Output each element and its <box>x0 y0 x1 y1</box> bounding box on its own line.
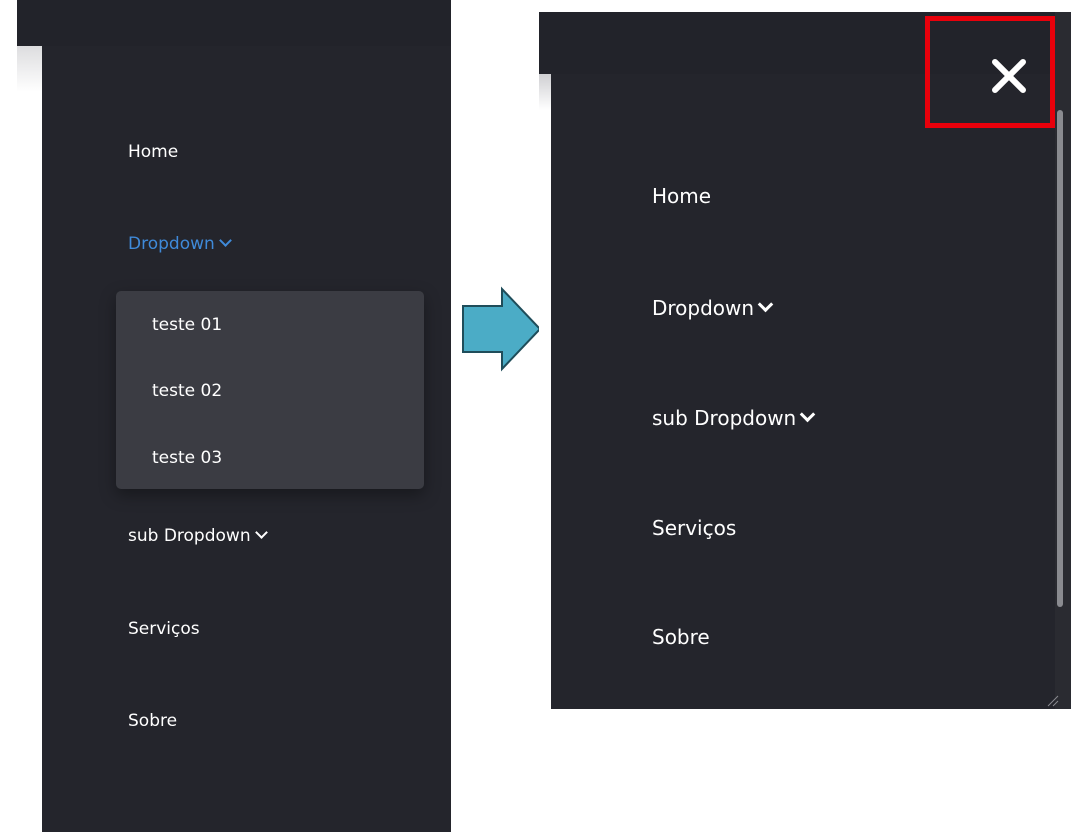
chevron-down-icon <box>254 526 268 539</box>
left-menu-sobre[interactable]: Sobre <box>128 711 177 731</box>
submenu-item-label: teste 01 <box>152 315 223 335</box>
right-arrow-icon <box>462 286 542 372</box>
right-header-shadow <box>539 74 551 110</box>
right-menu-sub-dropdown-label: sub Dropdown <box>652 406 797 430</box>
chevron-down-icon <box>799 406 816 423</box>
left-menu-servicos-label: Serviços <box>128 619 200 639</box>
close-highlight-box <box>925 16 1055 128</box>
left-menu-sobre-label: Sobre <box>128 711 178 731</box>
right-menu-home[interactable]: Home <box>652 184 711 208</box>
left-menu-sub-dropdown[interactable]: sub Dropdown <box>128 526 268 546</box>
left-menu-servicos[interactable]: Serviços <box>128 619 200 639</box>
left-menu-home[interactable]: Home <box>128 142 178 162</box>
right-menu-servicos-label: Serviços <box>652 516 737 540</box>
right-menu-servicos[interactable]: Serviços <box>652 516 736 540</box>
submenu-item-label: teste 02 <box>152 381 223 401</box>
left-header-bar <box>17 0 451 46</box>
left-header-shadow <box>17 46 44 92</box>
resize-grip-icon[interactable] <box>1045 693 1059 707</box>
right-mobile-menu-screenshot: Home Dropdown sub Dropdown Serviços Sobr… <box>539 0 1071 709</box>
scrollbar-thumb[interactable] <box>1057 110 1063 607</box>
right-menu-sobre[interactable]: Sobre <box>652 625 710 649</box>
left-menu-dropdown-label: Dropdown <box>128 234 215 254</box>
submenu-item-teste-01[interactable]: teste 01 <box>152 315 222 335</box>
submenu-item-label: teste 03 <box>152 448 223 468</box>
right-menu-sobre-label: Sobre <box>652 625 710 649</box>
right-menu-dropdown[interactable]: Dropdown <box>652 296 774 320</box>
right-menu-home-label: Home <box>652 184 712 208</box>
right-mobile-menu <box>551 74 1071 709</box>
left-menu-home-label: Home <box>128 142 179 162</box>
left-menu-dropdown[interactable]: Dropdown <box>128 234 232 254</box>
left-menu-sub-dropdown-label: sub Dropdown <box>128 526 251 546</box>
right-menu-dropdown-label: Dropdown <box>652 296 755 320</box>
submenu-item-teste-02[interactable]: teste 02 <box>152 381 222 401</box>
chevron-down-icon <box>757 296 774 313</box>
left-dropdown-submenu: teste 01 teste 02 teste 03 <box>116 291 424 489</box>
chevron-down-icon <box>218 234 232 247</box>
right-menu-sub-dropdown[interactable]: sub Dropdown <box>652 406 816 430</box>
submenu-item-teste-03[interactable]: teste 03 <box>152 448 222 468</box>
